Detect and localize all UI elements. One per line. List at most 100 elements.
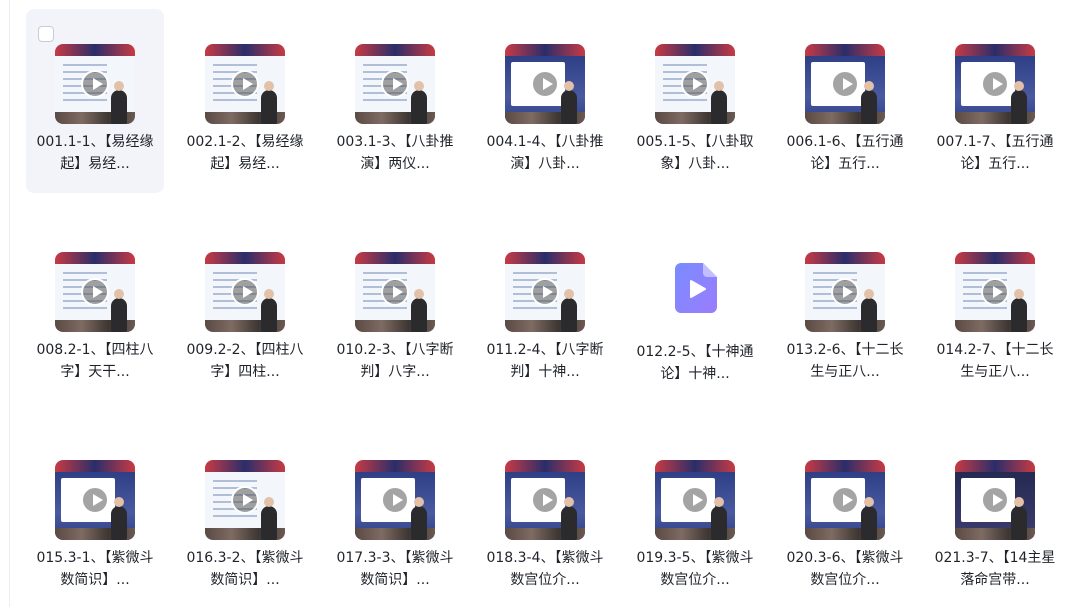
video-thumbnail[interactable]: [955, 252, 1035, 332]
play-circle-icon[interactable]: [381, 70, 409, 98]
file-tile-body[interactable]: 014.2-7、【十二长生与正八...: [926, 217, 1064, 401]
play-circle-icon[interactable]: [231, 278, 259, 306]
file-name[interactable]: 013.2-6、【十二长生与正八...: [784, 339, 906, 383]
file-tile-body[interactable]: 002.1-2、【易经缘起】易经...: [176, 9, 314, 193]
file-tile-body[interactable]: 012.2-5、【十神通论】十神...: [626, 217, 764, 401]
file-tile-body[interactable]: 016.3-2、【紫微斗数简识】...: [176, 425, 314, 607]
file-tile[interactable]: 012.2-5、【十神通论】十神...: [620, 217, 770, 425]
file-tile-body[interactable]: 008.2-1、【四柱八字】天干...: [26, 217, 164, 401]
file-tile-body[interactable]: 013.2-6、【十二长生与正八...: [776, 217, 914, 401]
file-name[interactable]: 007.1-7、【五行通论】五行...: [934, 131, 1056, 175]
file-tile-body[interactable]: 019.3-5、【紫微斗数宫位介...: [626, 425, 764, 607]
file-name[interactable]: 019.3-5、【紫微斗数宫位介...: [634, 547, 756, 591]
file-tile-body[interactable]: 009.2-2、【四柱八字】四柱...: [176, 217, 314, 401]
file-name[interactable]: 004.1-4、【八卦推演】八卦...: [484, 131, 606, 175]
file-tile[interactable]: 018.3-4、【紫微斗数宫位介...: [470, 425, 620, 607]
video-thumbnail[interactable]: [655, 460, 735, 540]
play-circle-icon[interactable]: [981, 70, 1009, 98]
file-tile-body[interactable]: 018.3-4、【紫微斗数宫位介...: [476, 425, 614, 607]
file-tile[interactable]: 006.1-6、【五行通论】五行...: [770, 9, 920, 217]
file-name[interactable]: 020.3-6、【紫微斗数宫位介...: [784, 547, 906, 591]
file-name[interactable]: 003.1-3、【八卦推演】两仪...: [334, 131, 456, 175]
file-name[interactable]: 017.3-3、【紫微斗数简识】...: [334, 547, 456, 591]
file-tile[interactable]: 007.1-7、【五行通论】五行...: [920, 9, 1070, 217]
file-tile[interactable]: 001.1-1、【易经缘起】易经...: [20, 9, 170, 217]
file-name[interactable]: 014.2-7、【十二长生与正八...: [934, 339, 1056, 383]
video-thumbnail[interactable]: [205, 44, 285, 124]
video-thumbnail[interactable]: [55, 460, 135, 540]
video-thumbnail[interactable]: [505, 252, 585, 332]
video-thumbnail[interactable]: [205, 252, 285, 332]
play-circle-icon[interactable]: [831, 278, 859, 306]
video-thumbnail[interactable]: [955, 460, 1035, 540]
file-tile[interactable]: 015.3-1、【紫微斗数简识】...: [20, 425, 170, 607]
play-circle-icon[interactable]: [681, 486, 709, 514]
video-thumbnail[interactable]: [805, 252, 885, 332]
file-tile[interactable]: 016.3-2、【紫微斗数简识】...: [170, 425, 320, 607]
video-thumbnail[interactable]: [355, 44, 435, 124]
file-name[interactable]: 018.3-4、【紫微斗数宫位介...: [484, 547, 606, 591]
file-name[interactable]: 008.2-1、【四柱八字】天干...: [34, 339, 156, 383]
video-thumbnail[interactable]: [805, 44, 885, 124]
video-thumbnail[interactable]: [55, 252, 135, 332]
file-tile[interactable]: 014.2-7、【十二长生与正八...: [920, 217, 1070, 425]
file-tile-body[interactable]: 015.3-1、【紫微斗数简识】...: [26, 425, 164, 607]
file-tile-body[interactable]: 020.3-6、【紫微斗数宫位介...: [776, 425, 914, 607]
video-thumbnail[interactable]: [505, 44, 585, 124]
file-name[interactable]: 006.1-6、【五行通论】五行...: [784, 131, 906, 175]
play-circle-icon[interactable]: [531, 486, 559, 514]
play-circle-icon[interactable]: [531, 70, 559, 98]
select-checkbox[interactable]: [38, 26, 54, 42]
file-name[interactable]: 016.3-2、【紫微斗数简识】...: [184, 547, 306, 591]
file-name[interactable]: 015.3-1、【紫微斗数简识】...: [34, 547, 156, 591]
file-name[interactable]: 011.2-4、【八字断判】十神...: [484, 339, 606, 383]
file-name[interactable]: 001.1-1、【易经缘起】易经...: [34, 131, 156, 175]
file-name[interactable]: 002.1-2、【易经缘起】易经...: [184, 131, 306, 175]
video-thumbnail[interactable]: [55, 44, 135, 124]
play-circle-icon[interactable]: [831, 70, 859, 98]
play-circle-icon[interactable]: [231, 70, 259, 98]
play-circle-icon[interactable]: [381, 278, 409, 306]
file-tile[interactable]: 017.3-3、【紫微斗数简识】...: [320, 425, 470, 607]
video-thumbnail[interactable]: [505, 460, 585, 540]
file-tile-body[interactable]: 004.1-4、【八卦推演】八卦...: [476, 9, 614, 193]
file-tile[interactable]: 021.3-7、【14主星落命宫带...: [920, 425, 1070, 607]
video-thumbnail[interactable]: [205, 460, 285, 540]
file-tile[interactable]: 003.1-3、【八卦推演】两仪...: [320, 9, 470, 217]
file-name[interactable]: 009.2-2、【四柱八字】四柱...: [184, 339, 306, 383]
file-tile-body[interactable]: 010.2-3、【八字断判】八字...: [326, 217, 464, 401]
video-thumbnail[interactable]: [955, 44, 1035, 124]
play-circle-icon[interactable]: [531, 278, 559, 306]
file-tile[interactable]: 004.1-4、【八卦推演】八卦...: [470, 9, 620, 217]
file-tile[interactable]: 010.2-3、【八字断判】八字...: [320, 217, 470, 425]
file-tile[interactable]: 019.3-5、【紫微斗数宫位介...: [620, 425, 770, 607]
file-tile[interactable]: 009.2-2、【四柱八字】四柱...: [170, 217, 320, 425]
play-circle-icon[interactable]: [831, 486, 859, 514]
video-thumbnail[interactable]: [355, 252, 435, 332]
play-circle-icon[interactable]: [981, 486, 1009, 514]
file-tile-body[interactable]: 005.1-5、【八卦取象】八卦...: [626, 9, 764, 193]
play-circle-icon[interactable]: [81, 278, 109, 306]
file-tile-body[interactable]: 007.1-7、【五行通论】五行...: [926, 9, 1064, 193]
file-tile[interactable]: 002.1-2、【易经缘起】易经...: [170, 9, 320, 217]
file-tile[interactable]: 008.2-1、【四柱八字】天干...: [20, 217, 170, 425]
file-tile[interactable]: 013.2-6、【十二长生与正八...: [770, 217, 920, 425]
video-thumbnail[interactable]: [805, 460, 885, 540]
file-name[interactable]: 012.2-5、【十神通论】十神...: [634, 341, 756, 385]
play-circle-icon[interactable]: [81, 70, 109, 98]
file-tile-body[interactable]: 003.1-3、【八卦推演】两仪...: [326, 9, 464, 193]
file-tile-body[interactable]: 021.3-7、【14主星落命宫带...: [926, 425, 1064, 607]
file-tile-body[interactable]: 011.2-4、【八字断判】十神...: [476, 217, 614, 401]
video-thumbnail[interactable]: [655, 44, 735, 124]
play-circle-icon[interactable]: [981, 278, 1009, 306]
play-circle-icon[interactable]: [231, 486, 259, 514]
play-circle-icon[interactable]: [381, 486, 409, 514]
file-tile[interactable]: 020.3-6、【紫微斗数宫位介...: [770, 425, 920, 607]
file-name[interactable]: 005.1-5、【八卦取象】八卦...: [634, 131, 756, 175]
file-tile[interactable]: 005.1-5、【八卦取象】八卦...: [620, 9, 770, 217]
file-name[interactable]: 021.3-7、【14主星落命宫带...: [934, 547, 1056, 591]
file-tile-body[interactable]: 001.1-1、【易经缘起】易经...: [26, 9, 164, 193]
file-tile[interactable]: 011.2-4、【八字断判】十神...: [470, 217, 620, 425]
play-circle-icon[interactable]: [81, 486, 109, 514]
play-circle-icon[interactable]: [681, 70, 709, 98]
